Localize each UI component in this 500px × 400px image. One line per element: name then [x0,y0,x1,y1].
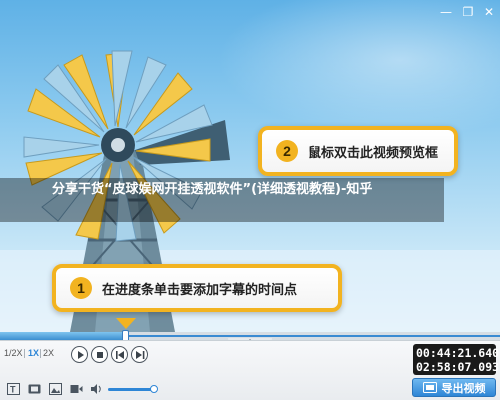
instruction-text: 在进度条单击要添加字幕的时间点 [102,282,298,298]
next-frame-icon [136,351,145,359]
player-control-bar: 1/2X 1X 2X T 00:44:21.640 02:58:07.093 导… [0,340,500,400]
minimize-icon[interactable]: — [438,4,454,20]
play-icon [78,351,84,359]
svg-text:T: T [10,385,16,395]
speed-divider [40,349,41,358]
volume-level-fill [108,388,154,391]
video-title-overlay: 分享干货“皮球娱网开挂透视软件”(详细透视教程)-知乎 [52,182,373,197]
export-video-label: 导出视频 [441,381,486,395]
video-clip-button[interactable] [70,383,83,395]
volume-slider[interactable] [108,385,158,393]
timeline-progress-fill [0,332,125,340]
film-icon [28,384,41,394]
export-icon [422,382,437,393]
volume-icon[interactable] [90,383,103,395]
add-text-button[interactable]: T [7,383,20,395]
close-icon[interactable]: ✕ [481,4,497,20]
gallery-icon [49,383,62,395]
speed-1x-button[interactable]: 1X [28,348,39,358]
previous-frame-icon [116,351,124,359]
text-icon: T [7,383,20,395]
timeline-pointer-arrow [116,318,136,329]
instruction-callout-1: 1 在进度条单击要添加字幕的时间点 [52,264,342,312]
maximize-icon[interactable]: ❐ [460,4,476,20]
speed-half-button[interactable]: 1/2X [4,348,23,358]
export-video-button[interactable]: 导出视频 [412,378,496,397]
stop-button[interactable] [91,346,108,363]
stop-icon [97,352,103,358]
volume-slider-handle[interactable] [149,385,158,393]
previous-frame-button[interactable] [111,346,128,363]
next-frame-button[interactable] [131,346,148,363]
video-preview[interactable]: — ❐ ✕ 2 鼠标双击此视频预览框 分享干货“皮球娱网开挂透视软件”(详细透视… [0,0,500,332]
total-duration: 02:58:07.093 [416,360,500,374]
step-number-badge: 2 [276,140,298,162]
instruction-text: 鼠标双击此视频预览框 [308,145,439,161]
instruction-callout-2: 2 鼠标双击此视频预览框 [258,126,458,176]
step-number-badge: 1 [70,277,92,299]
video-icon [70,385,83,393]
film-button[interactable] [28,383,41,395]
time-readout: 00:44:21.640 02:58:07.093 [413,344,500,375]
speed-2x-button[interactable]: 2X [43,348,54,358]
gallery-button[interactable] [49,383,62,395]
current-time: 00:44:21.640 [416,346,500,360]
speed-divider [24,349,25,358]
play-button[interactable] [71,346,88,363]
